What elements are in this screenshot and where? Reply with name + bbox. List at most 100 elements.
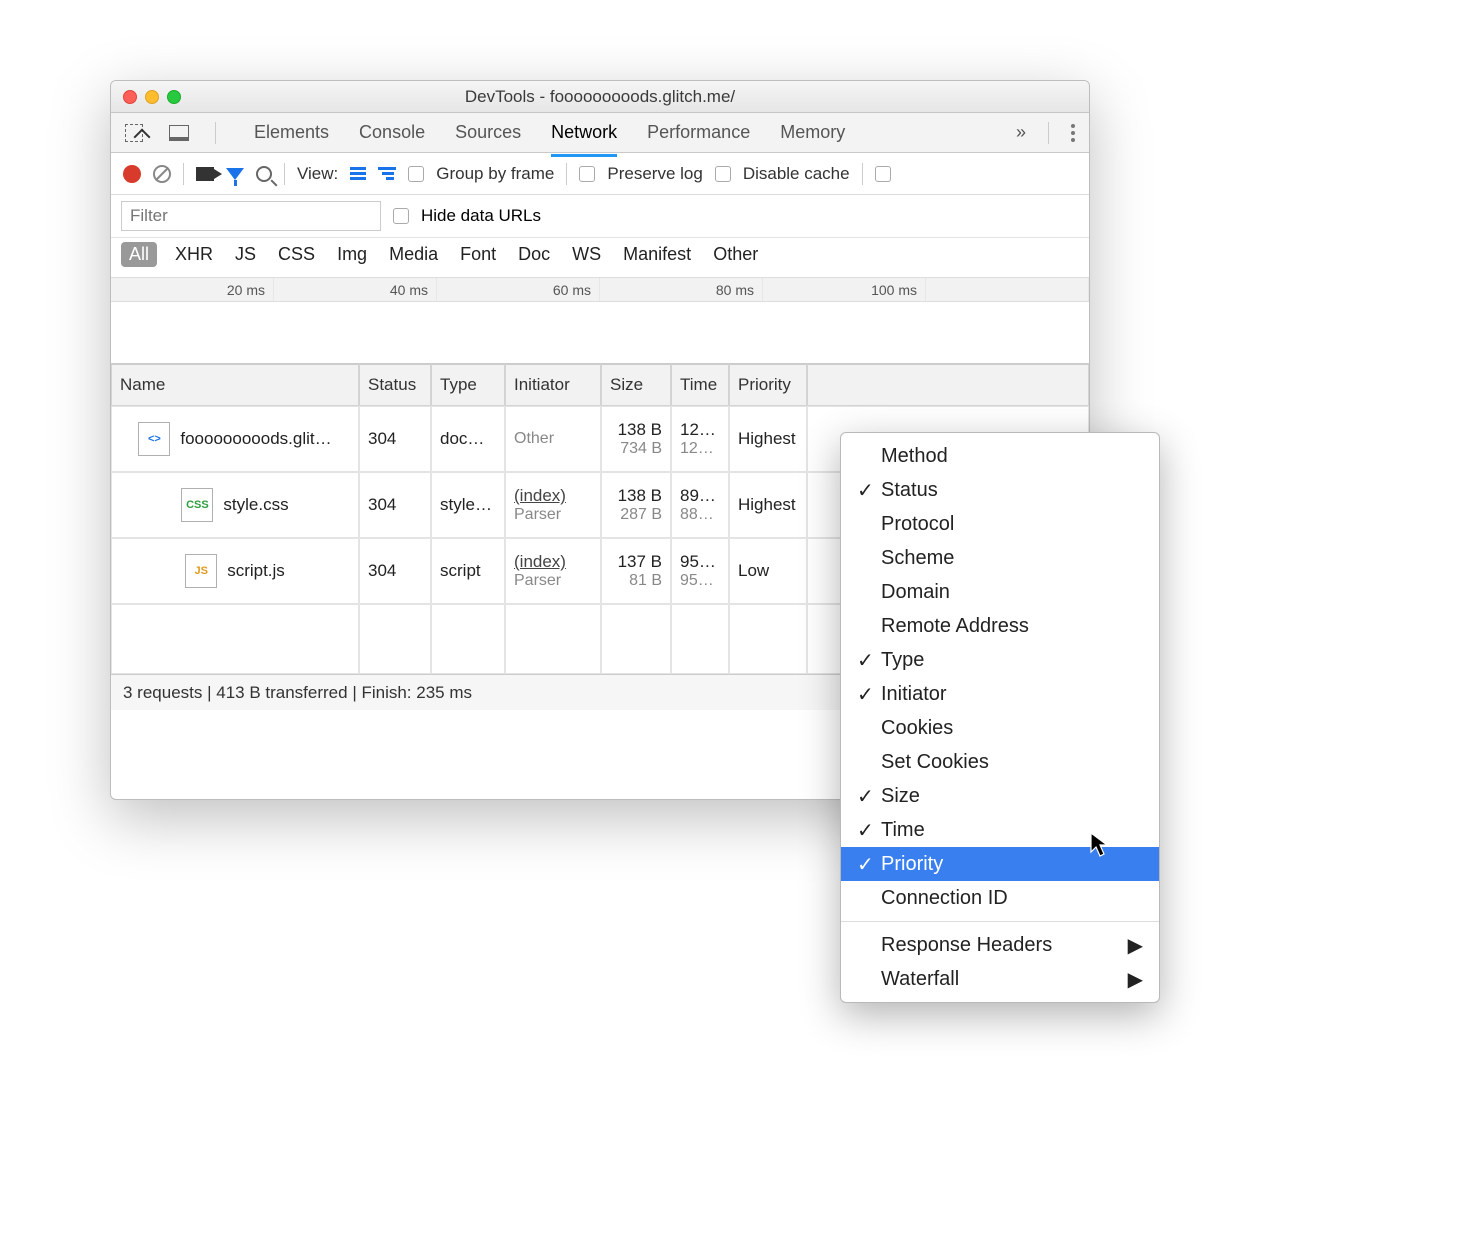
check-icon: ✓: [857, 478, 881, 503]
ctx-label: Protocol: [881, 513, 954, 536]
status-cell[interactable]: 304: [359, 538, 431, 604]
panel-tabs: Elements Console Sources Network Performance…: [111, 113, 1089, 153]
ctx-item-connection-id[interactable]: Connection ID: [841, 881, 1159, 915]
ctx-item-initiator[interactable]: ✓Initiator: [841, 677, 1159, 711]
filter-chip-img[interactable]: Img: [333, 242, 371, 267]
ctx-label: Set Cookies: [881, 751, 989, 774]
ctx-item-type[interactable]: ✓Type: [841, 643, 1159, 677]
cursor-icon: [1090, 832, 1110, 852]
more-tabs-icon[interactable]: »: [1016, 122, 1026, 143]
ctx-label: Scheme: [881, 547, 954, 570]
filter-chip-ws[interactable]: WS: [568, 242, 605, 267]
extra-checkbox[interactable]: [875, 166, 891, 182]
filter-chip-other[interactable]: Other: [709, 242, 762, 267]
filter-input[interactable]: [121, 201, 381, 231]
file-icon-js: JS: [185, 554, 217, 588]
time-cell[interactable]: 89…88…: [671, 472, 729, 538]
settings-kebab-icon[interactable]: [1071, 124, 1075, 142]
size-cell[interactable]: 137 B81 B: [601, 538, 671, 604]
initiator-cell[interactable]: (index)Parser: [505, 472, 601, 538]
check-icon: ✓: [857, 818, 881, 843]
size-cell[interactable]: 138 B734 B: [601, 406, 671, 472]
ctx-item-set-cookies[interactable]: Set Cookies: [841, 745, 1159, 779]
ctx-item-size[interactable]: ✓Size: [841, 779, 1159, 813]
column-header-status[interactable]: Status: [359, 364, 431, 406]
ctx-item-waterfall[interactable]: Waterfall▶: [841, 962, 1159, 996]
column-header-name[interactable]: Name: [111, 364, 359, 406]
ctx-item-response-headers[interactable]: Response Headers▶: [841, 928, 1159, 962]
divider: [284, 163, 285, 185]
status-cell[interactable]: 304: [359, 406, 431, 472]
hide-data-urls-checkbox[interactable]: [393, 208, 409, 224]
tab-performance[interactable]: Performance: [647, 118, 750, 147]
column-header-priority[interactable]: Priority: [729, 364, 807, 406]
file-icon-css: CSS: [181, 488, 213, 522]
column-header-size[interactable]: Size: [601, 364, 671, 406]
filter-chip-js[interactable]: JS: [231, 242, 260, 267]
tab-elements[interactable]: Elements: [254, 118, 329, 147]
priority-cell[interactable]: Highest: [729, 406, 807, 472]
ctx-item-time[interactable]: ✓Time: [841, 813, 1159, 847]
filter-chip-doc[interactable]: Doc: [514, 242, 554, 267]
group-by-frame-checkbox[interactable]: [408, 166, 424, 182]
tab-memory[interactable]: Memory: [780, 118, 845, 147]
filter-chip-css[interactable]: CSS: [274, 242, 319, 267]
clear-button[interactable]: [153, 165, 171, 183]
filter-chip-media[interactable]: Media: [385, 242, 442, 267]
size-cell[interactable]: 138 B287 B: [601, 472, 671, 538]
type-cell[interactable]: script: [431, 538, 505, 604]
screenshot-icon[interactable]: [196, 167, 214, 181]
file-name: fooooooooods.glit…: [180, 429, 331, 449]
ctx-item-remote-address[interactable]: Remote Address: [841, 609, 1159, 643]
type-cell[interactable]: doc…: [431, 406, 505, 472]
divider: [183, 163, 184, 185]
priority-cell[interactable]: Highest: [729, 472, 807, 538]
file-icon-html: <>: [138, 422, 170, 456]
initiator-cell[interactable]: (index)Parser: [505, 538, 601, 604]
filter-chip-font[interactable]: Font: [456, 242, 500, 267]
time-cell[interactable]: 12…12…: [671, 406, 729, 472]
search-icon[interactable]: [256, 166, 272, 182]
filter-chips: All XHR JS CSS Img Media Font Doc WS Manifest Othe…: [111, 238, 1089, 278]
name-cell[interactable]: <> fooooooooods.glit…: [111, 406, 359, 472]
filter-icon[interactable]: [226, 168, 244, 180]
view-waterfall-icon[interactable]: [378, 167, 396, 180]
tab-network[interactable]: Network: [551, 118, 617, 147]
column-header-time[interactable]: Time: [671, 364, 729, 406]
ctx-item-protocol[interactable]: Protocol: [841, 507, 1159, 541]
ctx-item-cookies[interactable]: Cookies: [841, 711, 1159, 745]
ctx-item-method[interactable]: Method: [841, 439, 1159, 473]
device-toolbar-icon[interactable]: [169, 125, 189, 141]
time-cell[interactable]: 95…95…: [671, 538, 729, 604]
ctx-item-priority[interactable]: ✓Priority: [841, 847, 1159, 881]
record-button[interactable]: [123, 165, 141, 183]
filter-chip-xhr[interactable]: XHR: [171, 242, 217, 267]
priority-cell[interactable]: Low: [729, 538, 807, 604]
inspect-element-icon[interactable]: [125, 124, 143, 142]
column-header-type[interactable]: Type: [431, 364, 505, 406]
disable-cache-checkbox[interactable]: [715, 166, 731, 182]
check-icon: ✓: [857, 648, 881, 673]
preserve-log-label: Preserve log: [607, 164, 702, 184]
filter-chip-all[interactable]: All: [121, 242, 157, 267]
ctx-item-domain[interactable]: Domain: [841, 575, 1159, 609]
tab-console[interactable]: Console: [359, 118, 425, 147]
tab-sources[interactable]: Sources: [455, 118, 521, 147]
view-large-rows-icon[interactable]: [350, 167, 366, 180]
ctx-label: Priority: [881, 853, 943, 876]
name-cell[interactable]: CSSstyle.css: [111, 472, 359, 538]
hide-data-urls-label: Hide data URLs: [421, 206, 541, 226]
status-cell[interactable]: 304: [359, 472, 431, 538]
type-cell[interactable]: style…: [431, 472, 505, 538]
name-cell[interactable]: JSscript.js: [111, 538, 359, 604]
preserve-log-checkbox[interactable]: [579, 166, 595, 182]
timeline-overview[interactable]: 20 ms40 ms60 ms80 ms100 ms: [111, 278, 1089, 364]
column-context-menu: Method✓Status Protocol Scheme DomainRemote …: [840, 432, 1160, 1003]
ctx-item-status[interactable]: ✓Status: [841, 473, 1159, 507]
column-header-initiator[interactable]: Initiator: [505, 364, 601, 406]
ctx-item-scheme[interactable]: Scheme: [841, 541, 1159, 575]
initiator-cell[interactable]: Other: [505, 406, 601, 472]
filter-chip-manifest[interactable]: Manifest: [619, 242, 695, 267]
check-icon: ✓: [857, 784, 881, 809]
status-summary: 3 requests | 413 B transferred | Finish:…: [123, 683, 472, 703]
